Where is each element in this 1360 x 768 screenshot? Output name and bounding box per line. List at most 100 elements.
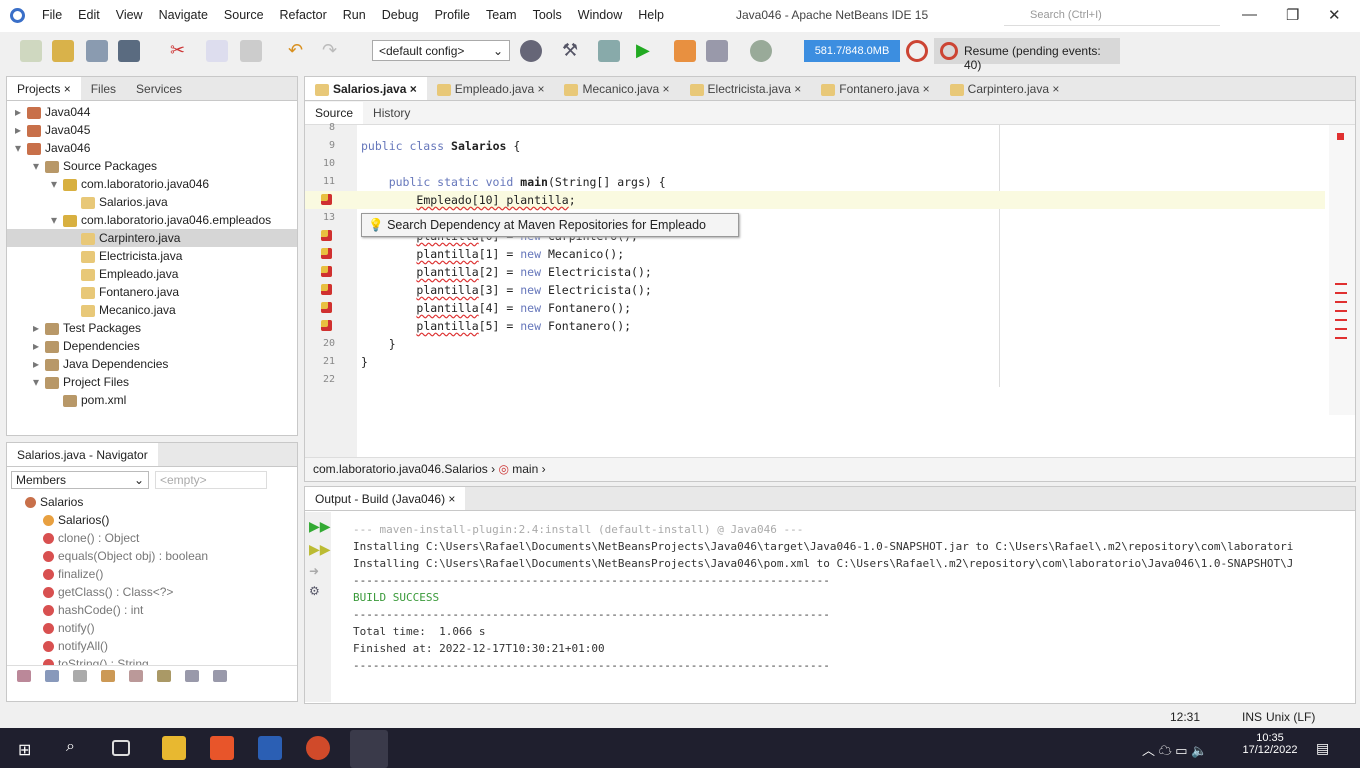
error-icon[interactable] xyxy=(321,194,332,205)
menu-debug[interactable]: Debug xyxy=(374,8,427,22)
sort-icon[interactable] xyxy=(185,670,199,682)
tree-node[interactable]: ▸ Java045 xyxy=(7,121,297,139)
members-select[interactable]: Members ⌄ xyxy=(11,471,149,489)
tree-node[interactable]: ▾ com.laboratorio.java046 xyxy=(7,175,297,193)
tree-node[interactable]: Electricista.java xyxy=(7,247,297,265)
output-tab[interactable]: Output - Build (Java046) × xyxy=(305,487,466,510)
rerun-goals-icon[interactable]: ▶▶ xyxy=(309,541,331,558)
expand-icon[interactable]: ▾ xyxy=(33,157,45,175)
menu-team[interactable]: Team xyxy=(478,8,525,22)
navigator-title[interactable]: Salarios.java - Navigator xyxy=(7,443,158,466)
maximize-button[interactable]: ❐ xyxy=(1286,6,1299,24)
copy-icon[interactable] xyxy=(206,40,228,62)
error-icon[interactable] xyxy=(321,284,332,295)
new-project-icon[interactable] xyxy=(52,40,74,62)
expand-icon[interactable]: ▸ xyxy=(15,103,27,121)
expand-icon[interactable]: ▾ xyxy=(51,211,63,229)
editor-tab[interactable]: Salarios.java × xyxy=(305,77,427,100)
profile-ide-icon[interactable] xyxy=(750,40,772,62)
tree-node[interactable]: ▸ Dependencies xyxy=(7,337,297,355)
menu-help[interactable]: Help xyxy=(630,8,672,22)
menu-edit[interactable]: Edit xyxy=(70,8,108,22)
editor-tab[interactable]: Empleado.java × xyxy=(427,77,555,100)
clean-build-icon[interactable] xyxy=(598,40,620,62)
resume-button[interactable]: Resume (pending events: 40) xyxy=(934,38,1120,72)
tree-node[interactable]: ▾ Project Files xyxy=(7,373,297,391)
build-icon[interactable]: ⚒ xyxy=(562,40,584,62)
file-explorer-icon[interactable] xyxy=(162,736,186,760)
menu-profile[interactable]: Profile xyxy=(427,8,478,22)
tree-node[interactable]: Carpintero.java xyxy=(7,229,297,247)
memory-indicator[interactable]: 581.7/848.0MB xyxy=(804,40,900,62)
navigator-item[interactable]: Salarios xyxy=(21,493,297,511)
breadcrumb-method[interactable]: main xyxy=(512,462,538,476)
tree-node[interactable]: Salarios.java xyxy=(7,193,297,211)
brave-icon[interactable] xyxy=(210,736,234,760)
navigator-item[interactable]: clone() : Object xyxy=(21,529,297,547)
clock[interactable]: 10:35 17/12/2022 xyxy=(1240,732,1300,756)
globe-icon[interactable] xyxy=(520,40,542,62)
breadcrumb-class[interactable]: com.laboratorio.java046.Salarios xyxy=(313,462,488,476)
navigator-item[interactable]: notifyAll() xyxy=(21,637,297,655)
navigator-item[interactable]: hashCode() : int xyxy=(21,601,297,619)
filter-icon[interactable] xyxy=(129,670,143,682)
filter-icon[interactable] xyxy=(157,670,171,682)
minimize-button[interactable]: — xyxy=(1242,6,1257,23)
navigator-item[interactable]: notify() xyxy=(21,619,297,637)
close-button[interactable]: ✕ xyxy=(1328,6,1341,24)
menu-tools[interactable]: Tools xyxy=(525,8,570,22)
tree-node[interactable]: pom.xml xyxy=(7,391,297,409)
editor-tab[interactable]: Fontanero.java × xyxy=(811,77,939,100)
rerun-icon[interactable]: ▶▶ xyxy=(309,518,331,535)
navigator-filter-select[interactable]: <empty> xyxy=(155,471,267,489)
filter-icon[interactable] xyxy=(45,670,59,682)
run-icon[interactable]: ▶ xyxy=(636,40,658,62)
navigator-item[interactable]: getClass() : Class<?> xyxy=(21,583,297,601)
navigator-item[interactable]: Salarios() xyxy=(21,511,297,529)
expand-icon[interactable]: ▾ xyxy=(33,373,45,391)
menu-view[interactable]: View xyxy=(108,8,151,22)
filter-icon[interactable] xyxy=(101,670,115,682)
code-area[interactable]: 8 9 public class Salarios {10 11 public sta… xyxy=(305,122,1355,457)
editor-tab[interactable]: Mecanico.java × xyxy=(554,77,679,100)
tree-node[interactable]: ▸ Java044 xyxy=(7,103,297,121)
navigator-item[interactable]: finalize() xyxy=(21,565,297,583)
task-view-icon[interactable] xyxy=(112,740,130,756)
expand-icon[interactable]: ▸ xyxy=(33,319,45,337)
cut-icon[interactable]: ✂ xyxy=(170,40,192,62)
menu-refactor[interactable]: Refactor xyxy=(272,8,335,22)
filter-icon[interactable] xyxy=(73,670,87,682)
tree-node[interactable]: ▾ com.laboratorio.java046.empleados xyxy=(7,211,297,229)
navigator-item[interactable]: toString() : String xyxy=(21,655,297,665)
tree-node[interactable]: ▸ Java Dependencies xyxy=(7,355,297,373)
expand-icon[interactable]: ▾ xyxy=(51,175,63,193)
config-select[interactable]: <default config> ⌄ xyxy=(372,40,510,61)
word-icon[interactable] xyxy=(258,736,282,760)
navigator-item[interactable]: equals(Object obj) : boolean xyxy=(21,547,297,565)
tab-files[interactable]: Files xyxy=(81,77,126,100)
notifications-icon[interactable]: ▤ xyxy=(1316,740,1329,757)
sort-icon[interactable] xyxy=(213,670,227,682)
undo-icon[interactable]: ↶ xyxy=(288,40,310,62)
menu-source[interactable]: Source xyxy=(216,8,272,22)
tree-node[interactable]: Empleado.java xyxy=(7,265,297,283)
error-icon[interactable] xyxy=(321,266,332,277)
error-icon[interactable] xyxy=(321,320,332,331)
filter-icon[interactable] xyxy=(17,670,31,682)
menu-navigate[interactable]: Navigate xyxy=(151,8,216,22)
menu-run[interactable]: Run xyxy=(335,8,374,22)
error-icon[interactable] xyxy=(321,248,332,259)
redo-icon[interactable]: ↷ xyxy=(322,40,344,62)
search-taskbar-icon[interactable]: ⌕ xyxy=(66,738,75,756)
windows-start-icon[interactable]: ⊞ xyxy=(18,740,31,760)
menu-file[interactable]: File xyxy=(34,8,70,22)
tree-node[interactable]: ▾ Source Packages xyxy=(7,157,297,175)
tree-node[interactable]: Mecanico.java xyxy=(7,301,297,319)
profile-icon[interactable] xyxy=(706,40,728,62)
tray-icons[interactable]: ︿ ☁ ▭ 🔈 xyxy=(1142,740,1207,759)
gc-icon[interactable] xyxy=(906,40,928,62)
hint-popup[interactable]: 💡 Search Dependency at Maven Repositorie… xyxy=(361,213,739,237)
netbeans-taskbar-icon[interactable] xyxy=(350,730,388,768)
stop-icon[interactable]: ➜ xyxy=(309,564,327,578)
expand-icon[interactable]: ▸ xyxy=(33,337,45,355)
